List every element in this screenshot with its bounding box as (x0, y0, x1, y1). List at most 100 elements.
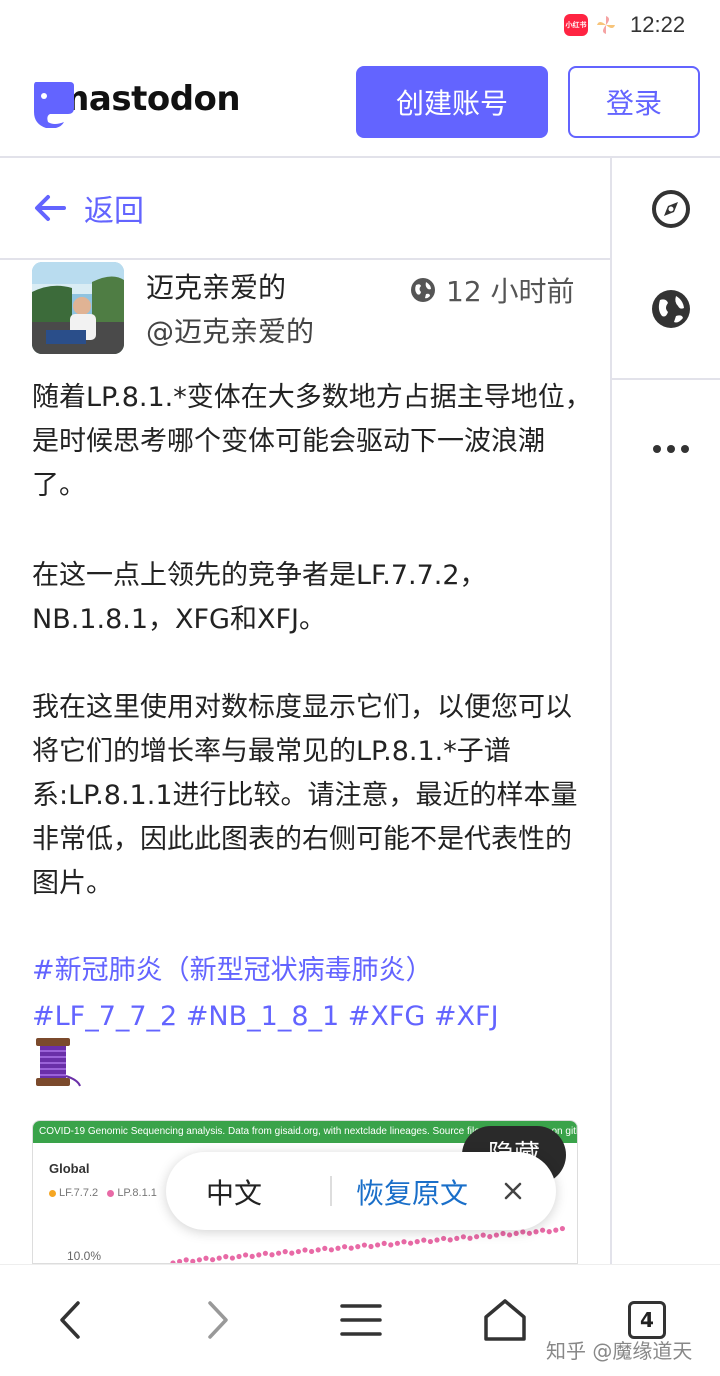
chart-point (335, 1245, 341, 1251)
chart-point (381, 1240, 387, 1246)
chart-point (540, 1227, 546, 1233)
chart-point (282, 1249, 288, 1255)
chart-point (401, 1239, 407, 1245)
chart-point (553, 1227, 559, 1233)
post-paragraph: 随着LP.8.1.*变体在大多数地方占据主导地位，是时候思考哪个变体可能会驱动下… (32, 382, 592, 501)
globe-icon[interactable] (650, 288, 692, 330)
avatar[interactable] (32, 262, 124, 354)
chart-point (421, 1237, 427, 1243)
xiaohongshu-app-icon: 小红书 (564, 14, 588, 36)
chart-point (256, 1252, 262, 1258)
close-icon[interactable] (500, 1178, 526, 1204)
tabs-count-button[interactable]: 4 (628, 1301, 666, 1339)
chart-point (328, 1247, 334, 1253)
chart-point (559, 1225, 566, 1232)
compass-icon[interactable] (650, 188, 692, 230)
right-rail (610, 158, 720, 1264)
chart-point (243, 1252, 249, 1258)
chart-point (427, 1238, 433, 1245)
chart-point (375, 1242, 381, 1248)
site-header: mastodon 创建账号 登录 (0, 52, 720, 158)
back-arrow-icon[interactable] (32, 190, 68, 226)
chart-point (322, 1245, 328, 1251)
chart-point (520, 1229, 526, 1235)
hashtag-link[interactable]: #新冠肺炎（新型冠状病毒肺炎） (32, 948, 592, 994)
chart-point (203, 1255, 209, 1261)
clock: 12:22 (630, 12, 686, 37)
chart-point (276, 1250, 282, 1256)
chart-point (223, 1254, 229, 1260)
post-timestamp[interactable]: 12 小时前 (410, 270, 575, 310)
chart-point (500, 1230, 506, 1237)
mastodon-logo[interactable]: mastodon (30, 76, 241, 129)
translate-bar: 中文 恢复原文 (166, 1152, 556, 1230)
chart-series-dots (170, 1225, 566, 1263)
chart-point (216, 1255, 222, 1261)
chart-point (394, 1240, 400, 1246)
chart-point (236, 1253, 242, 1260)
chart-point (507, 1232, 513, 1238)
chart-point (454, 1235, 460, 1241)
chart-point (474, 1234, 480, 1240)
chart-point (414, 1239, 420, 1245)
chart-point (480, 1232, 486, 1238)
chart-point (513, 1230, 519, 1236)
chart-point (526, 1230, 532, 1236)
post-paragraph: 我在这里使用对数标度显示它们，以便您可以将它们的增长率与最常见的LP.8.1.*… (32, 692, 578, 899)
watermark: 知乎 @魔缘道天 (546, 1339, 693, 1363)
chart-point (408, 1240, 414, 1246)
rail-divider (612, 378, 720, 380)
create-account-button[interactable]: 创建账号 (356, 66, 548, 138)
back-bar: 返回 (0, 158, 610, 260)
chart-point (295, 1248, 301, 1255)
author-display-name[interactable]: 迈克亲爱的 (146, 266, 286, 306)
hashtag-links[interactable]: #LF_7_7_2 #NB_1_8_1 #XFG #XFJ (32, 994, 592, 1040)
mastodon-wordmark: mastodon (54, 79, 241, 119)
chart-point (289, 1250, 295, 1256)
public-visibility-globe-icon (411, 278, 435, 302)
chart-point (355, 1244, 361, 1250)
home-icon[interactable] (480, 1295, 530, 1345)
back-icon[interactable] (46, 1295, 96, 1345)
chart-point (309, 1248, 315, 1255)
chart-point (249, 1253, 255, 1259)
chart-point (388, 1242, 394, 1248)
menu-icon[interactable] (336, 1295, 386, 1345)
chart-point (546, 1229, 552, 1235)
chart-point (262, 1250, 268, 1256)
chart-point (348, 1245, 354, 1251)
chart-point (487, 1234, 493, 1240)
chart-point (460, 1234, 466, 1240)
chart-point (533, 1229, 539, 1235)
more-options-icon[interactable] (650, 428, 692, 470)
chart-point (210, 1257, 216, 1263)
login-button[interactable]: 登录 (568, 66, 700, 138)
translated-language-label[interactable]: 中文 (206, 1172, 262, 1212)
back-link[interactable]: 返回 (84, 186, 144, 230)
hashtag-block: #新冠肺炎（新型冠状病毒肺炎） #LF_7_7_2 #NB_1_8_1 #XFG… (32, 948, 592, 1040)
chart-point (361, 1242, 367, 1248)
browser-bottom-nav: 4 知乎 @魔缘道天 (0, 1264, 720, 1376)
chart-point (269, 1252, 275, 1258)
thread-spool-emoji (36, 1038, 81, 1087)
translate-divider (330, 1176, 332, 1206)
chart-point (434, 1237, 440, 1243)
chart-point (315, 1247, 321, 1253)
mastodon-logo-icon (30, 78, 76, 129)
chart-point (302, 1247, 308, 1253)
post-paragraph: 在这一点上领先的竞争者是LF.7.7.2，NB.1.8.1，XFG和XFJ。 (32, 560, 487, 635)
restore-original-button[interactable]: 恢复原文 (356, 1172, 468, 1212)
chart-point (183, 1257, 189, 1263)
chart-point (441, 1235, 447, 1242)
chart-point (447, 1237, 453, 1243)
chart-point (342, 1244, 348, 1250)
pinwheel-app-icon (594, 14, 618, 36)
chart-point (493, 1232, 499, 1238)
chart-point (368, 1243, 374, 1250)
author-handle[interactable]: @迈克亲爱的 (146, 310, 314, 350)
post-time-label: 12 小时前 (446, 275, 575, 308)
status-bar: 小红书 12:22 (0, 0, 720, 52)
chart-point (196, 1257, 202, 1263)
forward-icon[interactable] (192, 1295, 242, 1345)
chart-point (467, 1235, 473, 1241)
